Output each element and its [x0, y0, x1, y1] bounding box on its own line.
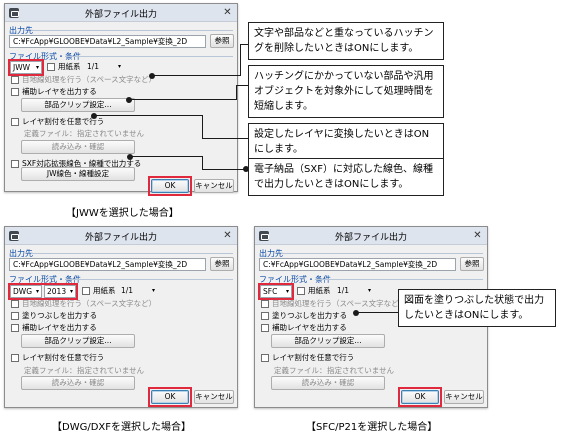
paper-checkbox[interactable]	[47, 63, 55, 71]
hidden-line-checkbox[interactable]	[11, 300, 19, 308]
caption-jww: 【JWWを選択した場合】	[66, 208, 179, 219]
ok-highlight	[148, 176, 192, 196]
fill-checkbox[interactable]	[261, 312, 269, 320]
hidden-line-label: 目地線処理を行う（スペース文字など）	[22, 299, 157, 308]
cancel-button[interactable]: キャンセル	[444, 390, 484, 404]
output-path-field[interactable]: C:¥FcApp¥GLOOBE¥Data¥L2_Sample¥変換_2D	[9, 258, 206, 271]
connector-dot	[149, 73, 155, 79]
aux-layer-label: 補助レイヤを出力する	[22, 323, 97, 332]
cancel-button[interactable]: キャンセル	[194, 390, 234, 404]
layer-assign-checkbox[interactable]	[11, 118, 19, 126]
def-file-value: 指定されていません	[327, 366, 395, 375]
def-file-value: 指定されていません	[77, 366, 145, 375]
connector-dot	[126, 97, 132, 103]
jw-line-button[interactable]: JW線色・線種設定	[21, 167, 135, 181]
paper-checkbox[interactable]	[297, 287, 305, 295]
connector-dot	[91, 113, 97, 119]
callout-skip-objects: ハッチングにかかっていない部品や汎用オブジェクトを対象外にして処理時間を短縮しま…	[248, 65, 444, 118]
parts-clip-button[interactable]: 部品クリップ設定...	[21, 334, 135, 348]
browse-button[interactable]: 参照	[210, 257, 234, 271]
callout-sxf: 電子納品（SXF）に対応した線色、線種で出力したいときはONにします。	[248, 158, 444, 196]
paper-select[interactable]: 1/1 ▾	[119, 285, 157, 298]
close-icon[interactable]: ✕	[222, 7, 233, 18]
cancel-button[interactable]: キャンセル	[194, 179, 234, 193]
browse-button[interactable]: 参照	[460, 257, 484, 271]
connector-dot	[353, 310, 359, 316]
paper-select[interactable]: 1/1 ▾	[335, 285, 373, 298]
hidden-line-checkbox[interactable]	[11, 76, 19, 84]
callout-hatch: 文字や部品などと重なっているハッチングを削除したいときはONにします。	[248, 22, 444, 60]
ok-highlight	[148, 387, 192, 407]
caption-sfc: 【SFC/P21を選択した場合】	[306, 422, 438, 433]
def-file-value: 指定されていません	[77, 129, 145, 138]
dialog-title: 外部ファイル出力	[84, 10, 157, 20]
def-file-label: 定義ファイル：	[274, 366, 327, 375]
paper-label: 用紙系	[58, 62, 81, 71]
paper-checkbox[interactable]	[82, 287, 90, 295]
output-path-field[interactable]: C:¥FcApp¥GLOOBE¥Data¥L2_Sample¥変換_2D	[259, 258, 456, 271]
title-bar: 外部ファイル出力 ✕	[255, 227, 487, 245]
close-icon[interactable]: ✕	[472, 230, 483, 241]
dwg-dialog: 外部ファイル出力 ✕ 出力先 C:¥FcApp¥GLOOBE¥Data¥L2_S…	[4, 226, 238, 408]
title-bar: 外部ファイル出力 ✕	[5, 4, 237, 22]
ok-highlight	[398, 387, 442, 407]
aux-layer-checkbox[interactable]	[11, 324, 19, 332]
aux-layer-label: 補助レイヤを出力する	[272, 323, 347, 332]
output-path-field[interactable]: C:¥FcApp¥GLOOBE¥Data¥L2_Sample¥変換_2D	[9, 35, 206, 48]
parts-clip-button[interactable]: 部品クリップ設定...	[271, 334, 385, 348]
fill-checkbox[interactable]	[11, 312, 19, 320]
load-button[interactable]: 読み込み・確認	[21, 376, 135, 390]
caption-dwg: 【DWG/DXFを選択した場合】	[52, 422, 192, 433]
layer-assign-label: レイヤ割付を任意で行う	[272, 353, 355, 362]
callout-layer: 設定したレイヤに変換したいときはONにします。	[248, 123, 444, 161]
sxf-checkbox[interactable]	[11, 160, 19, 168]
parts-clip-button[interactable]: 部品クリップ設定...	[21, 98, 135, 112]
hidden-line-checkbox[interactable]	[261, 300, 269, 308]
load-button[interactable]: 読み込み・確認	[271, 376, 385, 390]
close-icon[interactable]: ✕	[222, 230, 233, 241]
fill-label: 塗りつぶしを出力する	[272, 311, 348, 320]
paper-select[interactable]: 1/1 ▾	[85, 61, 123, 74]
callout-fill: 図面を塗りつぶした状態で出力したいときはONにします。	[398, 289, 556, 327]
aux-layer-checkbox[interactable]	[261, 324, 269, 332]
fill-label: 塗りつぶしを出力する	[22, 311, 98, 320]
dialog-title: 外部ファイル出力	[84, 233, 157, 243]
layer-assign-checkbox[interactable]	[11, 354, 19, 362]
hidden-line-label: 目地線処理を行う（スペース文字など）	[22, 75, 157, 84]
aux-layer-label: 補助レイヤを出力する	[22, 87, 97, 96]
dialog-title: 外部ファイル出力	[334, 233, 407, 243]
def-file-label: 定義ファイル：	[24, 366, 77, 375]
load-button[interactable]: 読み込み・確認	[21, 140, 135, 154]
paper-label: 用紙系	[93, 286, 116, 295]
browse-button[interactable]: 参照	[210, 34, 234, 48]
layer-assign-checkbox[interactable]	[261, 354, 269, 362]
aux-layer-checkbox[interactable]	[11, 88, 19, 96]
hidden-line-label: 目地線処理を行う（スペース文字など）	[272, 299, 407, 308]
layer-assign-label: レイヤ割付を任意で行う	[22, 353, 105, 362]
paper-label: 用紙系	[308, 286, 331, 295]
connector-dot	[127, 154, 133, 160]
def-file-label: 定義ファイル：	[24, 129, 77, 138]
title-bar: 外部ファイル出力 ✕	[5, 227, 237, 245]
